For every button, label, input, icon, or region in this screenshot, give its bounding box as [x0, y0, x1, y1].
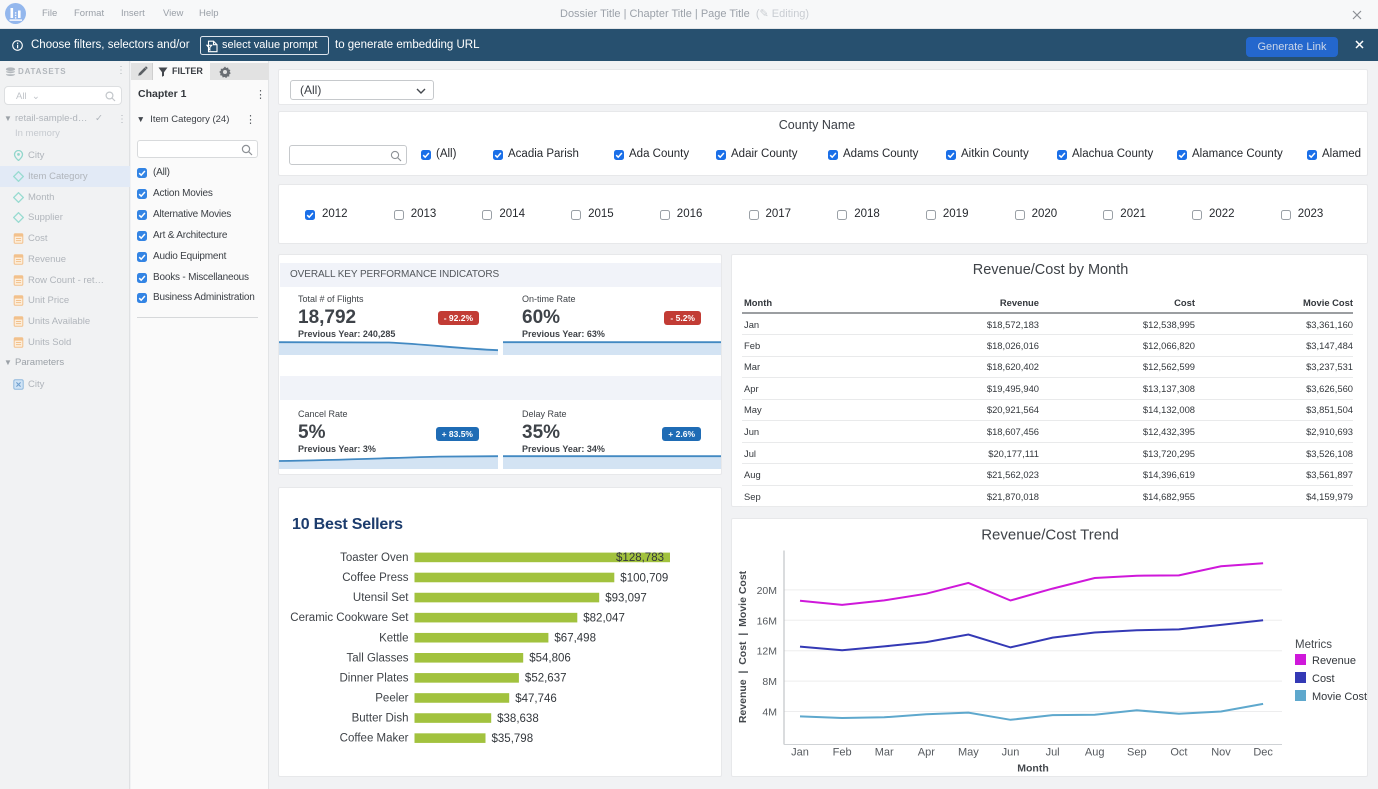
- svg-text:Mar: Mar: [875, 747, 894, 759]
- svg-text:4M: 4M: [762, 707, 777, 719]
- svg-text:Butter Dish: Butter Dish: [352, 713, 409, 725]
- svg-text:Movie Cost: Movie Cost: [1312, 691, 1367, 703]
- svg-text:Dec: Dec: [1253, 747, 1273, 759]
- svg-text:$82,047: $82,047: [583, 612, 625, 624]
- svg-text:Nov: Nov: [1211, 747, 1231, 759]
- svg-text:Metrics: Metrics: [1295, 639, 1332, 651]
- svg-text:$38,638: $38,638: [497, 713, 539, 725]
- svg-text:Apr: Apr: [918, 747, 935, 759]
- svg-text:$93,097: $93,097: [605, 592, 647, 604]
- svg-text:20M: 20M: [757, 585, 777, 597]
- svg-text:Jun: Jun: [1002, 747, 1020, 759]
- svg-text:Sep: Sep: [1127, 747, 1147, 759]
- svg-text:12M: 12M: [757, 646, 777, 658]
- svg-text:May: May: [958, 747, 979, 759]
- svg-text:$52,637: $52,637: [525, 673, 567, 685]
- svg-text:Kettle: Kettle: [379, 632, 408, 644]
- svg-text:Ceramic Cookware Set: Ceramic Cookware Set: [290, 612, 409, 624]
- svg-text:Revenue | Cost | Movie Cos: Revenue | Cost | Movie Cost: [737, 570, 749, 723]
- svg-text:$128,783: $128,783: [616, 552, 664, 564]
- svg-text:Peeler: Peeler: [375, 693, 408, 705]
- svg-text:$100,709: $100,709: [620, 572, 668, 584]
- svg-text:Coffee Press: Coffee Press: [342, 572, 409, 584]
- svg-text:Utensil Set: Utensil Set: [353, 592, 409, 604]
- svg-text:$67,498: $67,498: [554, 633, 596, 645]
- svg-text:Aug: Aug: [1085, 747, 1105, 759]
- svg-text:8M: 8M: [762, 676, 777, 688]
- svg-text:$54,806: $54,806: [529, 653, 571, 665]
- svg-text:$47,746: $47,746: [515, 693, 557, 705]
- svg-text:Toaster Oven: Toaster Oven: [340, 552, 408, 564]
- svg-text:16M: 16M: [757, 615, 777, 627]
- svg-text:$35,798: $35,798: [492, 733, 534, 745]
- svg-text:Coffee Maker: Coffee Maker: [340, 733, 409, 745]
- svg-text:Oct: Oct: [1170, 747, 1187, 759]
- svg-text:Revenue: Revenue: [1312, 655, 1356, 667]
- svg-text:Feb: Feb: [833, 747, 852, 759]
- svg-text:Revenue/Cost Trend: Revenue/Cost Trend: [981, 527, 1119, 544]
- svg-text:Tall Glasses: Tall Glasses: [347, 652, 409, 664]
- svg-text:Jul: Jul: [1046, 747, 1060, 759]
- svg-text:Jan: Jan: [791, 747, 809, 759]
- svg-text:Month: Month: [1017, 763, 1049, 775]
- svg-text:Dinner Plates: Dinner Plates: [339, 672, 408, 684]
- svg-text:Cost: Cost: [1312, 673, 1335, 685]
